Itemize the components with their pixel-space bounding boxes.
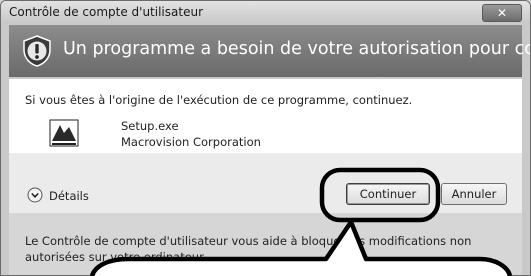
action-bar: Détails Continuer Annuler	[9, 153, 522, 213]
continue-button[interactable]: Continuer	[346, 183, 430, 205]
program-publisher: Macrovision Corporation	[121, 135, 261, 149]
uac-dialog: Contrôle de compte d'utilisateur ✕ Un pr…	[0, 0, 531, 276]
cancel-button[interactable]: Annuler	[441, 183, 507, 205]
chevron-down-icon[interactable]	[27, 187, 43, 203]
title-bar: Contrôle de compte d'utilisateur ✕	[1, 1, 530, 23]
close-icon: ✕	[496, 6, 508, 20]
window-title: Contrôle de compte d'utilisateur	[9, 5, 203, 19]
footer-panel: Le Contrôle de compte d'utilisateur vous…	[9, 213, 522, 275]
footer-text: Le Contrôle de compte d'utilisateur vous…	[25, 234, 472, 264]
details-toggle[interactable]: Détails	[49, 189, 89, 203]
warning-banner: Un programme a besoin de votre autorisat…	[9, 25, 530, 77]
intro-text: Si vous êtes à l'origine de l'exécution …	[25, 93, 413, 107]
setup-program-icon	[49, 119, 79, 147]
content-panel: Si vous êtes à l'origine de l'exécution …	[9, 79, 522, 153]
shield-warning-icon	[23, 35, 51, 67]
close-button[interactable]: ✕	[482, 4, 522, 22]
program-name: Setup.exe	[121, 119, 179, 133]
banner-message: Un programme a besoin de votre autorisat…	[63, 39, 530, 59]
